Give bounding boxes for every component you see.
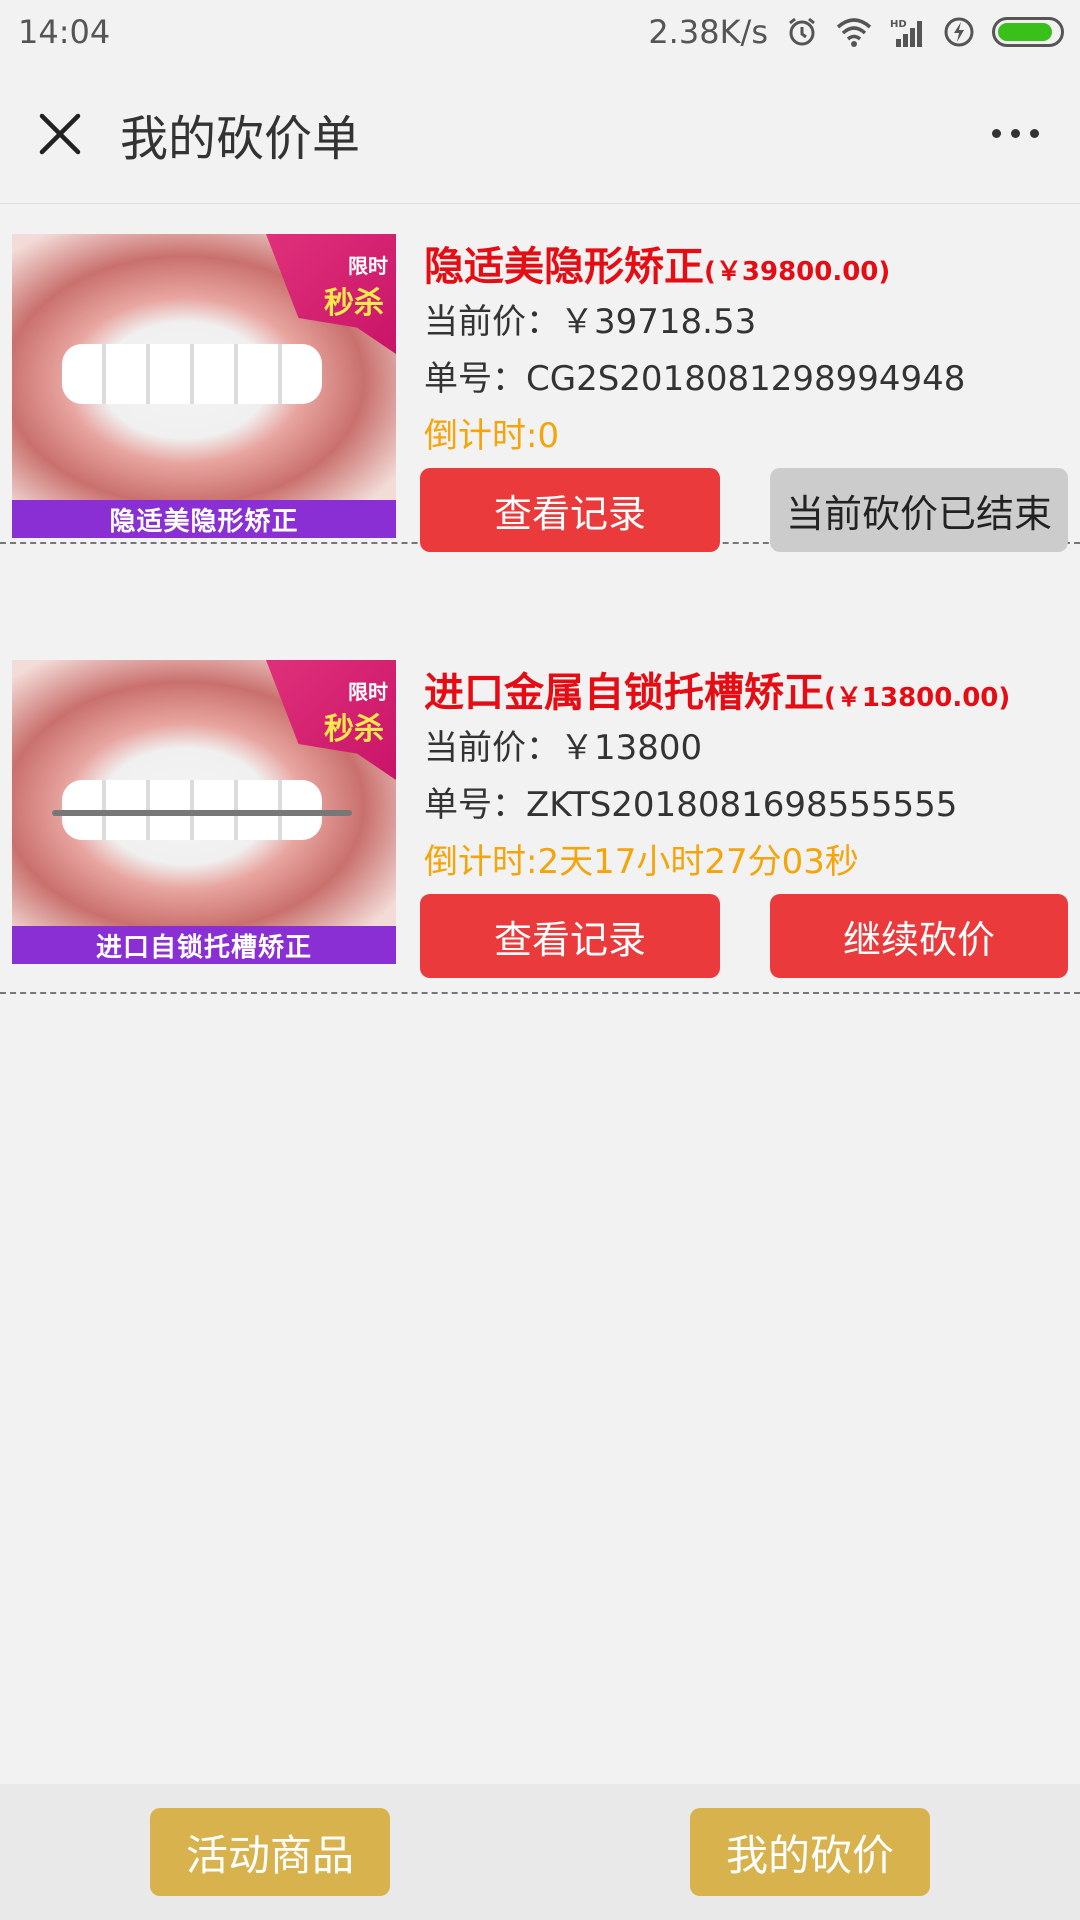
close-button[interactable] [0, 64, 120, 204]
status-bar: 14:04 2.38K/s HD [0, 0, 1080, 64]
network-speed: 2.38K/s [648, 13, 768, 51]
wifi-icon [836, 17, 872, 47]
original-price: (￥39800.00) [704, 257, 891, 287]
continue-bargain-button[interactable]: 继续砍价 [770, 894, 1068, 978]
product-image[interactable]: 隐适美隐形矫正 限时 秒杀 [12, 234, 396, 538]
page-title: 我的砍价单 [120, 110, 361, 167]
product-title-line: 隐适美隐形矫正 (￥39800.00) [424, 234, 1080, 294]
svg-text:HD: HD [890, 19, 907, 30]
status-icons: 2.38K/s HD [648, 13, 1064, 51]
hd-signal-icon: HD [890, 17, 926, 47]
view-records-button[interactable]: 查看记录 [420, 894, 720, 978]
countdown: 倒计时:0 [424, 416, 560, 456]
product-name[interactable]: 进口金属自锁托槽矫正 [424, 660, 824, 718]
product-title-line: 进口金属自锁托槽矫正 (￥13800.00) [424, 660, 1080, 720]
battery-level [998, 23, 1052, 41]
product-image[interactable]: 进口自锁托槽矫正 限时 秒杀 [12, 660, 396, 964]
alarm-icon [786, 16, 818, 48]
image-caption: 进口自锁托槽矫正 [12, 926, 396, 964]
view-records-button[interactable]: 查看记录 [420, 468, 720, 552]
countdown: 倒计时:2天17小时27分03秒 [424, 842, 859, 882]
current-price: 当前价：￥13800 [424, 728, 703, 768]
charging-icon [944, 17, 974, 47]
order-number: 单号：ZKTS2018081698555555 [424, 785, 958, 825]
teeth-graphic [62, 344, 322, 404]
order-number: 单号：CG2S2018081298994948 [424, 359, 966, 399]
battery-icon [992, 17, 1064, 47]
order-info: 隐适美隐形矫正 (￥39800.00) 当前价：￥39718.53 单号：CG2… [424, 234, 1080, 465]
brace-wire-graphic [52, 810, 352, 816]
product-name[interactable]: 隐适美隐形矫正 [424, 234, 704, 292]
image-caption: 隐适美隐形矫正 [12, 500, 396, 538]
my-bargains-button[interactable]: 我的砍价 [690, 1808, 930, 1896]
current-price: 当前价：￥39718.53 [424, 302, 757, 342]
activity-products-button[interactable]: 活动商品 [150, 1808, 390, 1896]
bargain-ended-button[interactable]: 当前砍价已结束 [770, 468, 1068, 552]
close-icon [39, 113, 81, 154]
order-info: 进口金属自锁托槽矫正 (￥13800.00) 当前价：￥13800 单号：ZKT… [424, 660, 1080, 891]
bottom-bar: 活动商品 我的砍价 [0, 1784, 1080, 1920]
more-button[interactable] [950, 64, 1080, 204]
nav-bar: 我的砍价单 [0, 64, 1080, 204]
status-time: 14:04 [18, 13, 111, 51]
original-price: (￥13800.00) [824, 683, 1011, 713]
more-icon [991, 129, 1001, 138]
